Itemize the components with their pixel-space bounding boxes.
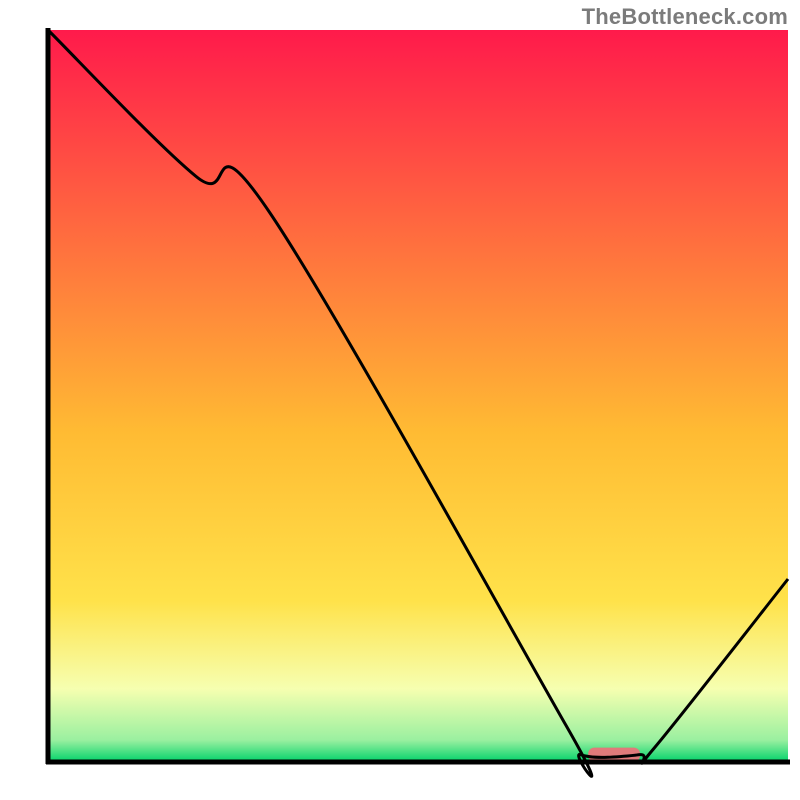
plot-area — [48, 30, 788, 762]
watermark-text: TheBottleneck.com — [582, 4, 788, 30]
bottleneck-chart — [0, 0, 800, 800]
